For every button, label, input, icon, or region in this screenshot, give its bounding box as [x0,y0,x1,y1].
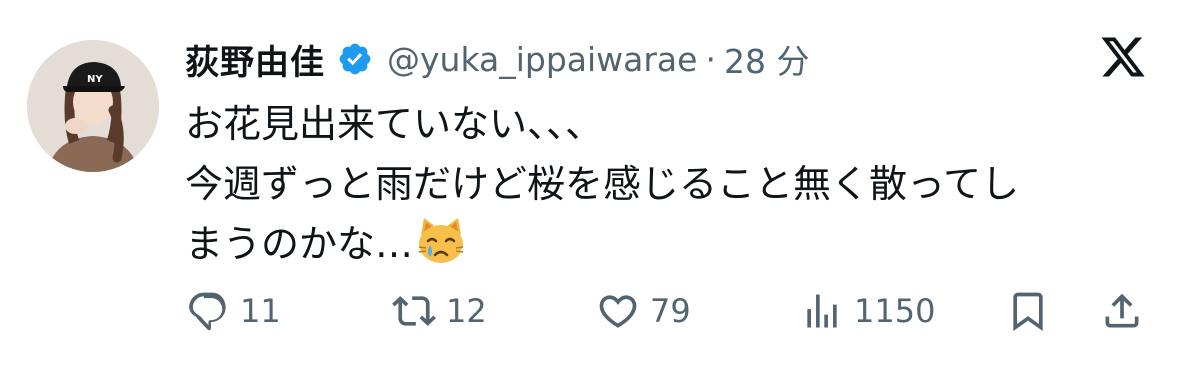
views-icon [800,289,844,333]
reply-count: 11 [240,292,281,330]
crying-cat-face-icon [415,215,467,267]
tweet-text-line-3: まうのかな… [185,214,1145,274]
tweet-text: お花見出来ていない、、、 今週ずっと雨だけど桜を感じること無く散ってし まうのか… [185,94,1145,274]
retweet-count: 12 [446,292,487,330]
verified-badge-icon [337,41,373,77]
avatar[interactable]: NY [27,40,159,172]
like-count: 79 [650,292,691,330]
heart-icon [596,289,640,333]
share-icon [1100,289,1144,333]
svg-text:NY: NY [87,74,103,85]
reply-button[interactable]: 11 [186,287,281,335]
timestamp[interactable]: 28 分 [724,35,809,83]
tweet-actions-bar: 11 12 79 1150 [0,287,1179,335]
tweet-header: 荻野由佳 @yuka_ippaiwarae · 28 分 [185,34,809,84]
tweet-text-line-2: 今週ずっと雨だけど桜を感じること無く散ってし [185,162,1020,206]
x-logo-icon[interactable] [1099,33,1147,81]
display-name[interactable]: 荻野由佳 [185,35,325,84]
user-handle[interactable]: @yuka_ippaiwarae [387,40,697,79]
like-button[interactable]: 79 [596,287,691,335]
bookmark-icon [1006,289,1050,333]
share-button[interactable] [1100,287,1144,335]
tweet-text-line-3-text: まうのかな… [185,222,414,266]
retweet-button[interactable]: 12 [392,287,487,335]
tweet-text-line-1: お花見出来ていない、、、 [185,102,604,146]
views-count: 1150 [854,292,936,330]
views-button[interactable]: 1150 [800,287,935,335]
reply-icon [186,289,230,333]
bookmark-button[interactable] [1006,287,1050,335]
retweet-icon [392,289,436,333]
separator-dot: · [705,39,716,79]
